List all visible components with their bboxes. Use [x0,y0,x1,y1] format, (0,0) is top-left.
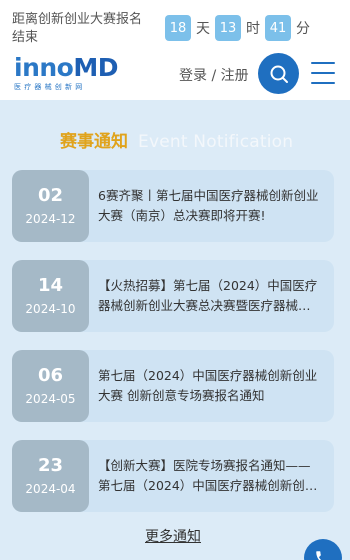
top-header: 距离创新创业大赛报名结束 18 天 13 时 41 分 innoMD 医疗器械创… [0,0,350,100]
news-date-day: 06 [37,365,64,386]
countdown-hours-unit: 时 [246,21,260,37]
news-date-month: 2024-05 [25,392,76,406]
news-item[interactable]: 06 2024-05 第七届（2024）中国医疗器械创新创业大赛 创新创意专场赛… [12,350,334,422]
news-date-month: 2024-04 [25,482,76,496]
news-date-day: 23 [37,455,64,476]
news-item[interactable]: 02 2024-12 6赛齐聚丨第七届中国医疗器械创新创业大赛（南京）总决赛即将… [12,170,334,242]
search-button[interactable] [258,53,299,94]
news-item[interactable]: 23 2024-04 【创新大赛】医院专场赛报名通知——第七届（2024）中国医… [12,440,334,512]
more-notifications-link[interactable]: 更多通知 [145,526,201,546]
hamburger-menu-icon [311,62,335,64]
countdown-label: 距离创新创业大赛报名结束 [12,12,143,45]
news-body[interactable]: 【创新大赛】医院专场赛报名通知——第七届（2024）中国医疗器械创新创业大赛 [72,440,334,512]
news-date: 23 2024-04 [12,440,89,512]
countdown-days-unit: 天 [196,21,210,37]
logo-brand-main: inno [14,53,74,82]
news-date-month: 2024-10 [25,302,76,316]
countdown-minutes: 41 [265,15,291,41]
news-date-day: 14 [37,275,64,296]
countdown-timer: 18 天 13 时 41 分 [165,15,315,41]
news-date-month: 2024-12 [25,212,76,226]
news-title[interactable]: 6赛齐聚丨第七届中国医疗器械创新创业大赛（南京）总决赛即将开赛! [98,186,320,226]
login-register-link[interactable]: 登录 / 注册 [179,65,249,85]
section-title: 赛事通知 Event Notification [60,127,293,152]
news-date: 06 2024-05 [12,350,89,422]
search-icon [270,65,288,83]
countdown-days: 18 [165,15,191,41]
countdown-minutes-unit: 分 [296,21,310,37]
news-item[interactable]: 14 2024-10 【火热招募】第七届（2024）中国医疗器械创新创业大赛总决… [12,260,334,332]
news-body[interactable]: 第七届（2024）中国医疗器械创新创业大赛 创新创意专场赛报名通知 [72,350,334,422]
site-logo[interactable]: innoMD 医疗器械创新网 [14,55,118,95]
news-date-day: 02 [37,185,64,206]
section-title-en: Event Notification [138,132,294,152]
section-title-cn: 赛事通知 [60,132,128,152]
news-date: 14 2024-10 [12,260,89,332]
logo-brand-accent: MD [73,53,118,82]
phone-contact-button[interactable] [304,539,342,560]
logo-tagline: 医疗器械创新网 [14,83,86,91]
news-body[interactable]: 【火热招募】第七届（2024）中国医疗器械创新创业大赛总决赛暨医疗器械创新成果对… [72,260,334,332]
news-title[interactable]: 【火热招募】第七届（2024）中国医疗器械创新创业大赛总决赛暨医疗器械创新成果对… [98,276,320,316]
countdown-hours: 13 [215,15,241,41]
phone-icon [316,551,322,560]
news-date: 02 2024-12 [12,170,89,242]
news-body[interactable]: 6赛齐聚丨第七届中国医疗器械创新创业大赛（南京）总决赛即将开赛! [72,170,334,242]
news-title[interactable]: 第七届（2024）中国医疗器械创新创业大赛 创新创意专场赛报名通知 [98,366,320,406]
logo-wordmark: innoMD [14,55,118,81]
menu-button[interactable] [311,62,335,84]
news-title[interactable]: 【创新大赛】医院专场赛报名通知——第七届（2024）中国医疗器械创新创业大赛 [98,456,320,496]
